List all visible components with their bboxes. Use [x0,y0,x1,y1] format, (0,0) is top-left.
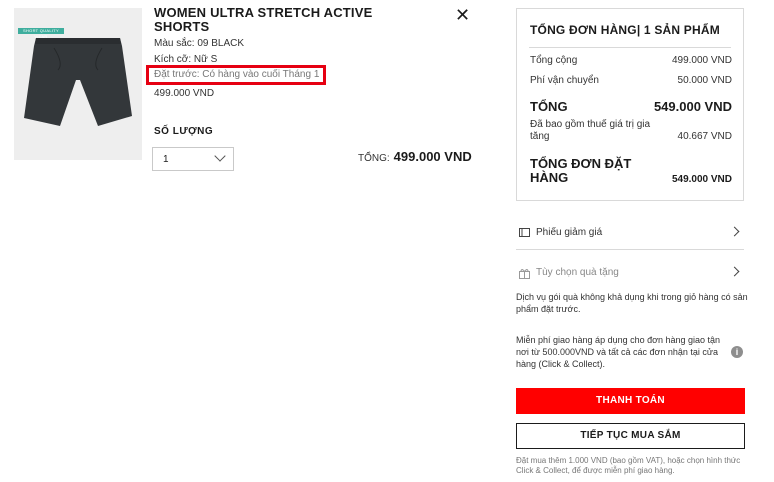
info-icon[interactable]: i [731,346,743,358]
line-total-value: 499.000 VND [393,149,472,164]
vat-label: Đã bao gồm thuế giá trị gia tăng [530,119,651,142]
vat-value: 40.667 VND [677,131,732,142]
checkout-button[interactable]: THANH TOÁN [516,388,745,414]
gift-option[interactable]: Tùy chọn quà tặng [516,257,744,289]
product-title[interactable]: WOMEN ULTRA STRETCH ACTIVE SHORTS [154,6,404,34]
chevron-right-icon [729,226,740,237]
line-total: TỔNG: 499.000 VND [358,149,472,164]
remove-item-close-icon[interactable]: ✕ [455,6,470,24]
total-label: TỔNG [530,99,568,114]
product-image[interactable]: SHORT QUALITY WEAR [14,8,142,160]
summary-heading: TỔNG ĐƠN HÀNG| 1 SẢN PHẨM [530,23,720,37]
shipping-note: Miễn phí giao hàng áp dụng cho đơn hàng … [516,335,721,369]
chevron-down-icon [214,150,226,162]
order-total-value: 549.000 VND [671,174,732,185]
total-value: 549.000 VND [653,99,732,114]
order-total-label: TỔNG ĐƠN ĐẶT HÀNG [530,156,632,185]
coupon-label: Phiếu giảm giá [536,227,603,238]
coupon-icon [519,228,530,240]
quantity-label: SỐ LƯỢNG [154,126,214,137]
shipping-row: Phí vận chuyển 50.000 VND [530,75,732,86]
subtotal-value: 499.000 VND [671,55,732,66]
chevron-right-icon [729,266,740,277]
continue-shopping-button[interactable]: TIẾP TỤC MUA SẮM [516,423,745,449]
subtotal-row: Tổng cộng 499.000 VND [530,55,732,66]
product-color: Màu sắc: 09 BLACK [154,38,245,49]
vat-row: Đã bao gồm thuế giá trị gia tăng 40.667 … [530,119,732,143]
order-total-row: TỔNG ĐƠN ĐẶT HÀNG 549.000 VND [530,156,732,186]
footer-shipping-note: Đặt mua thêm 1.000 VND (bao gồm VAT), ho… [516,456,741,475]
line-total-label: TỔNG: [358,153,390,164]
subtotal-label: Tổng cộng [530,55,578,66]
preorder-highlight-box [146,65,326,85]
gift-note: Dịch vụ gói quà không khả dụng khi trong… [516,292,748,314]
gift-label: Tùy chọn quà tặng [536,267,619,278]
quantity-select[interactable]: 1 [152,147,234,171]
order-summary: TỔNG ĐƠN HÀNG| 1 SẢN PHẨM Tổng cộng 499.… [516,8,744,201]
shipping-label: Phí vận chuyển [530,75,599,86]
gift-icon [519,268,530,282]
quality-badge: SHORT QUALITY WEAR [18,28,64,39]
quantity-value: 1 [163,154,169,165]
total-row: TỔNG 549.000 VND [530,99,732,114]
product-size: Kích cỡ: Nữ S [154,54,218,65]
product-price: 499.000 VND [154,88,215,99]
options-divider [516,249,744,250]
coupon-option[interactable]: Phiếu giảm giá [516,217,744,250]
shipping-value: 50.000 VND [677,75,732,86]
summary-divider [529,47,731,48]
